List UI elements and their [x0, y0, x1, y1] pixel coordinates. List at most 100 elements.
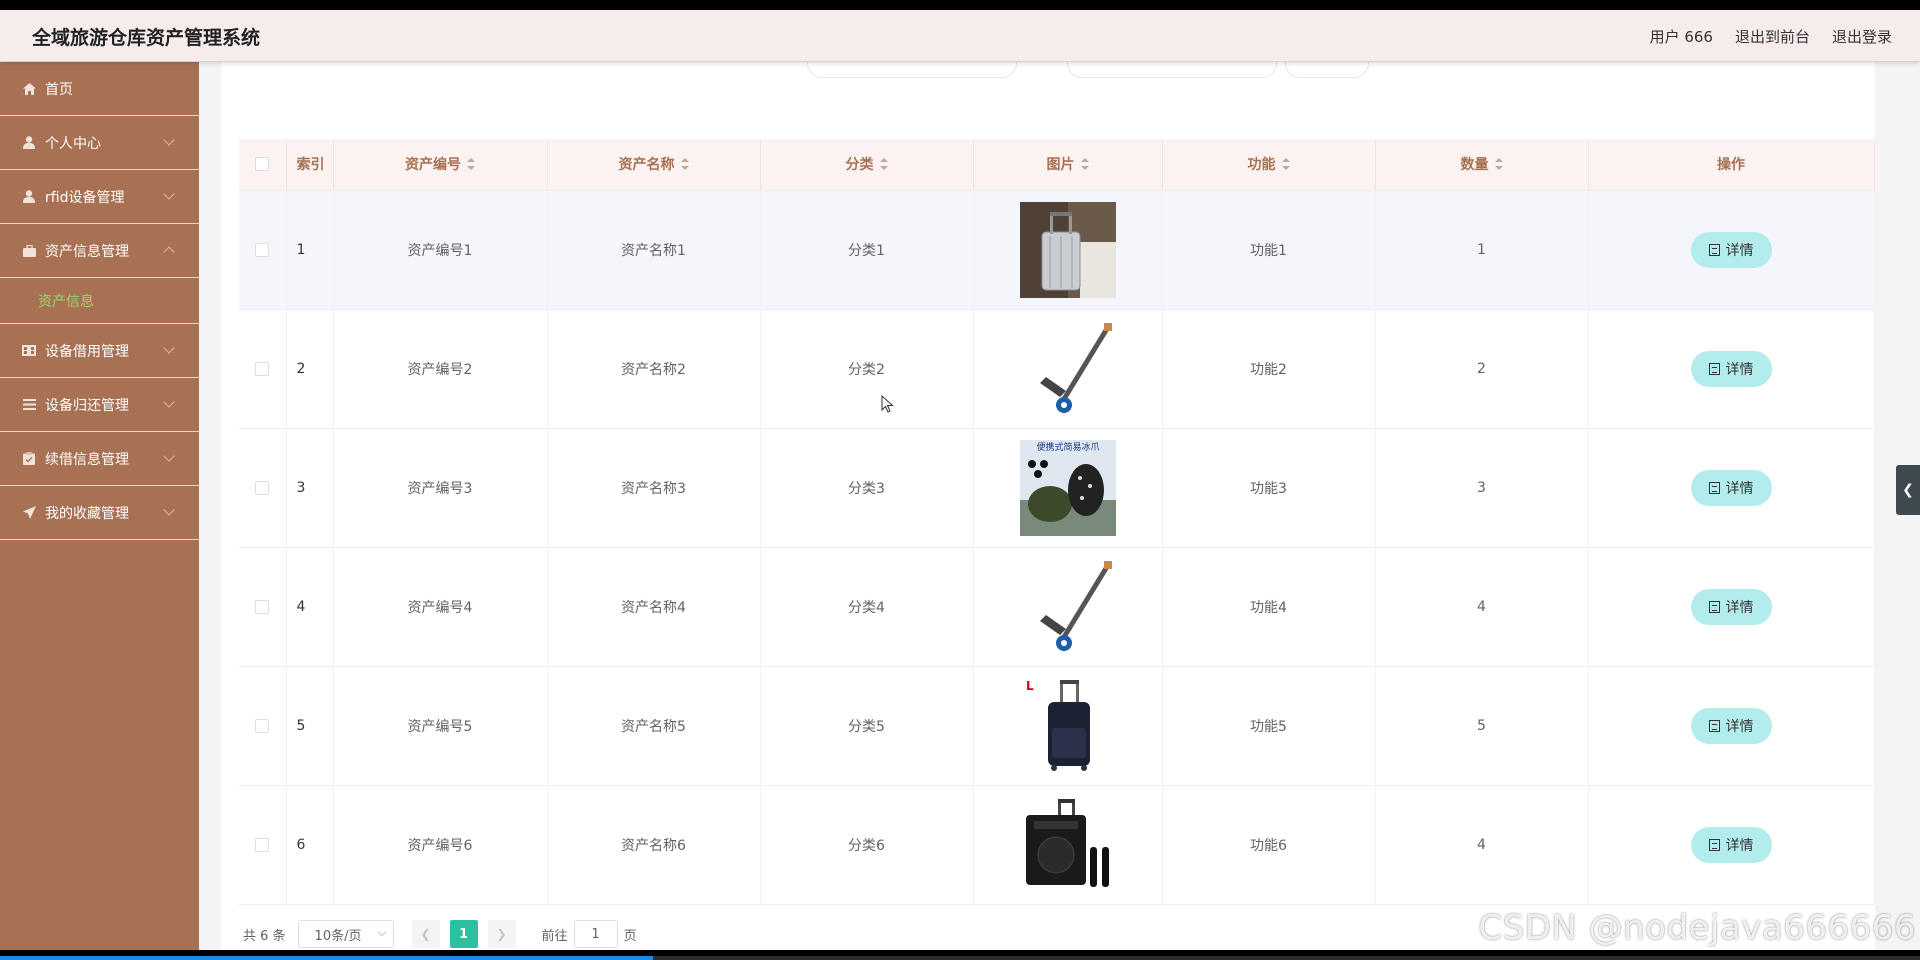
document-icon — [1708, 362, 1720, 375]
cell-function: 功能2 — [1162, 309, 1376, 428]
cell-image: 便携式简易冰爪 — [973, 428, 1163, 547]
video-progress-bar[interactable] — [0, 956, 1920, 960]
sidebar-item-asset-info-management[interactable]: 资产信息管理 — [0, 224, 199, 278]
detail-button[interactable]: 详情 — [1690, 707, 1772, 744]
sort-icon[interactable] — [467, 158, 475, 171]
goto-page-input[interactable] — [573, 920, 618, 948]
chevron-down-icon — [163, 396, 175, 408]
row-select-cell[interactable] — [239, 309, 287, 428]
cell-quantity: 4 — [1375, 785, 1589, 904]
suitcase-image — [1019, 201, 1116, 298]
sidebar-item-renew-management[interactable]: 续借信息管理 — [0, 432, 199, 486]
sidebar-item-label: 我的收藏管理 — [45, 505, 129, 522]
detail-button[interactable]: 详情 — [1690, 350, 1772, 387]
asset-thumbnail[interactable] — [1019, 558, 1116, 655]
table-row[interactable]: 4 资产编号4 资产名称4 分类4 功能4 4 详情 — [239, 547, 1875, 666]
sidebar-item-borrow-management[interactable]: 设备借用管理 — [0, 324, 199, 378]
sidebar-item-rfid[interactable]: rfid设备管理 — [0, 170, 199, 224]
row-select-cell[interactable] — [239, 428, 287, 547]
column-header-category[interactable]: 分类 — [760, 139, 974, 191]
column-header-action: 操作 — [1588, 139, 1875, 191]
detail-button[interactable]: 详情 — [1690, 231, 1772, 268]
row-checkbox[interactable] — [255, 361, 270, 376]
column-header-function[interactable]: 功能 — [1162, 139, 1376, 191]
row-select-cell[interactable] — [239, 785, 287, 904]
page-number-button[interactable]: 1 — [449, 920, 478, 948]
column-header-code[interactable]: 资产编号 — [333, 139, 548, 191]
detail-button[interactable]: 详情 — [1690, 469, 1772, 506]
asset-thumbnail[interactable] — [1019, 201, 1116, 298]
page-size-value: 10条/页 — [314, 928, 362, 944]
speaker-image — [1019, 796, 1116, 893]
cell-asset-name: 资产名称4 — [547, 547, 761, 666]
header-actions: 用户 666 退出到前台 退出登录 — [1650, 26, 1892, 47]
sidebar: 首页 个人中心 rfid设备管理 资产信息管理 资产信息 设备借用管理 设备归还… — [0, 62, 199, 950]
sort-icon[interactable] — [1494, 158, 1503, 171]
row-checkbox[interactable] — [255, 599, 270, 614]
cell-category: 分类3 — [760, 428, 974, 547]
column-header-name[interactable]: 资产名称 — [547, 139, 761, 191]
chevron-down-icon — [163, 342, 175, 354]
table-header-row: 索引 资产编号 资产名称 分类 图片 功能 数量 操作 — [239, 139, 1875, 191]
column-header-label: 分类 — [845, 157, 874, 174]
logout-link[interactable]: 退出登录 — [1832, 26, 1892, 47]
cell-function: 功能6 — [1162, 785, 1376, 904]
sort-icon[interactable] — [879, 158, 888, 171]
exit-to-front-link[interactable]: 退出到前台 — [1735, 26, 1810, 47]
row-select-cell[interactable] — [239, 190, 287, 309]
content-card: 索引 资产编号 资产名称 分类 图片 功能 数量 操作 1 资产编号1 资产名称1 分… — [221, 48, 1875, 950]
chevron-left-icon: ❮ — [420, 927, 431, 941]
briefcase-icon — [22, 244, 36, 258]
column-header-quantity[interactable]: 数量 — [1375, 139, 1589, 191]
row-select-cell[interactable] — [239, 547, 287, 666]
select-all-checkbox[interactable] — [255, 157, 270, 172]
table-row[interactable]: 1 资产编号1 资产名称1 分类1 功能1 1 详情 — [239, 190, 1875, 309]
sort-icon[interactable] — [1281, 158, 1290, 171]
row-select-cell[interactable] — [239, 666, 287, 785]
prev-page-button[interactable]: ❮ — [411, 920, 440, 948]
asset-thumbnail[interactable] — [1019, 796, 1116, 893]
sidebar-item-return-management[interactable]: 设备归还管理 — [0, 378, 199, 432]
chevron-up-icon — [163, 246, 175, 258]
select-all-cell[interactable] — [239, 139, 287, 191]
table-row[interactable]: 2 资产编号2 资产名称2 分类2 功能2 2 详情 — [239, 309, 1875, 428]
asset-thumbnail[interactable] — [1019, 320, 1116, 417]
asset-thumbnail[interactable]: L — [1019, 677, 1116, 774]
sidebar-item-label: 个人中心 — [45, 135, 101, 152]
document-icon — [1708, 243, 1720, 256]
cell-function: 功能4 — [1162, 547, 1376, 666]
row-checkbox[interactable] — [255, 242, 270, 257]
sidebar-item-favorites-management[interactable]: 我的收藏管理 — [0, 486, 199, 540]
next-page-button[interactable]: ❯ — [487, 920, 516, 948]
sidebar-subitem-asset-info[interactable]: 资产信息 — [0, 278, 199, 324]
cell-index: 2 — [286, 309, 334, 428]
main-content: 索引 资产编号 资产名称 分类 图片 功能 数量 操作 1 资产编号1 资产名称1 分… — [199, 48, 1920, 950]
cell-asset-code: 资产编号2 — [333, 309, 548, 428]
app-window: 全域旅游仓库资产管理系统 用户 666 退出到前台 退出登录 首页 个人中心 r… — [0, 10, 1920, 950]
list-icon — [22, 398, 36, 412]
cell-index: 5 — [286, 666, 334, 785]
page-size-select[interactable]: 10条/页 — [297, 920, 394, 948]
column-header-image[interactable]: 图片 — [973, 139, 1163, 191]
cell-function: 功能3 — [1162, 428, 1376, 547]
row-checkbox[interactable] — [255, 837, 270, 852]
sidebar-item-personal-center[interactable]: 个人中心 — [0, 116, 199, 170]
detail-button[interactable]: 详情 — [1690, 588, 1772, 625]
cell-asset-code: 资产编号6 — [333, 785, 548, 904]
sort-icon[interactable] — [680, 158, 689, 171]
row-checkbox[interactable] — [255, 718, 270, 733]
side-drawer-toggle[interactable]: ❮ — [1896, 465, 1920, 515]
cell-asset-code: 资产编号5 — [333, 666, 548, 785]
cell-function: 功能5 — [1162, 666, 1376, 785]
table-row[interactable]: 3 资产编号3 资产名称3 分类3 便携式简易冰爪 功能3 3 详情 — [239, 428, 1875, 547]
table-row[interactable]: 5 资产编号5 资产名称5 分类5 L 功能5 5 详情 — [239, 666, 1875, 785]
sort-icon[interactable] — [1080, 158, 1089, 171]
asset-thumbnail[interactable]: 便携式简易冰爪 — [1019, 439, 1116, 536]
sidebar-item-label: 资产信息管理 — [45, 243, 129, 260]
document-icon — [1708, 481, 1720, 494]
row-checkbox[interactable] — [255, 480, 270, 495]
detail-button[interactable]: 详情 — [1690, 826, 1772, 863]
product-caption: 便携式简易冰爪 — [1036, 441, 1099, 453]
sidebar-item-home[interactable]: 首页 — [0, 62, 199, 116]
table-row[interactable]: 6 资产编号6 资产名称6 分类6 功能6 4 详情 — [239, 785, 1875, 904]
